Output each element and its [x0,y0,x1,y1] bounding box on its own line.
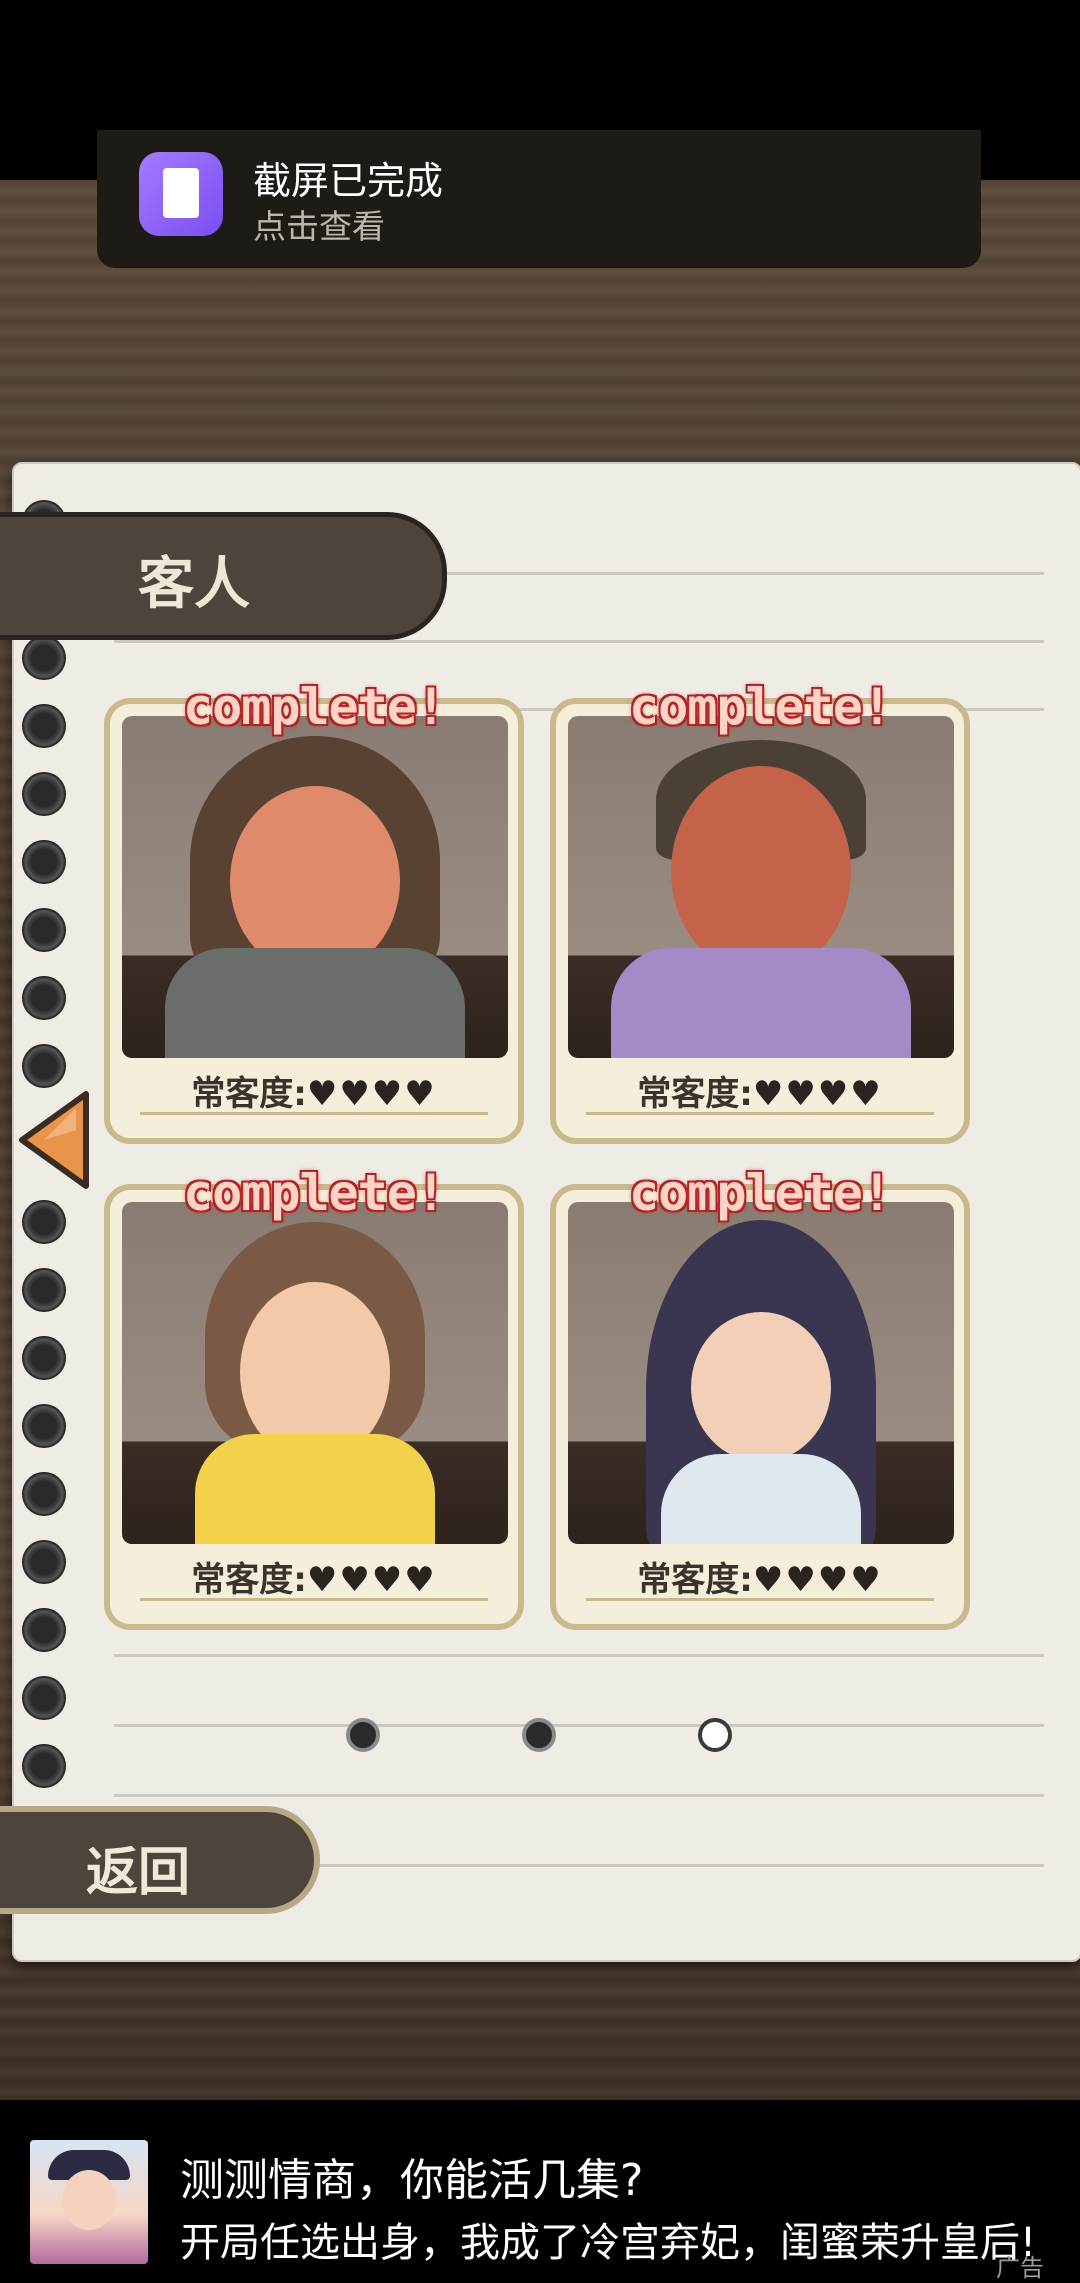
guest-portrait [568,1202,954,1544]
notification-subtitle: 点击查看 [253,207,385,246]
complete-label: complete! [183,678,446,736]
notebook-line [114,1794,1044,1797]
heart-icon: ♥♥♥♥ [306,1560,437,1600]
notebook-line [114,640,1044,643]
complete-label: complete! [629,1164,892,1222]
ad-thumbnail [30,2140,148,2264]
ad-title: 测测情商，你能活几集? [180,2155,644,2206]
regular-meter: 常客度:♥♥♥♥ [637,1074,883,1114]
ad-banner[interactable]: 测测情商，你能活几集? 开局任选出身，我成了冷宫弃妃，闺蜜荣升皇后! 广告 [0,2100,1080,2282]
back-button[interactable]: 返回 [0,1806,320,1914]
back-button-label: 返回 [86,1843,191,1903]
page-dot-3-active[interactable] [698,1718,732,1752]
regular-meter: 常客度:♥♥♥♥ [191,1560,437,1600]
guest-card-3[interactable]: complete! 常客度:♥♥♥♥ [104,1164,524,1630]
page-dot-1[interactable] [346,1718,380,1752]
notification-title: 截屏已完成 [253,159,444,203]
notebook-line [114,1654,1044,1657]
regular-meter: 常客度:♥♥♥♥ [191,1074,437,1114]
screenshot-icon [139,152,223,236]
heart-icon: ♥♥♥♥ [752,1560,883,1600]
guest-portrait [122,1202,508,1544]
guest-card-2[interactable]: complete! 常客度:♥♥♥♥ [550,678,970,1144]
heart-icon: ♥♥♥♥ [752,1074,883,1114]
screenshot-notification[interactable]: 截屏已完成 点击查看 [97,130,981,268]
notebook-line [114,1724,1044,1727]
guest-card-1[interactable]: complete! 常客度:♥♥♥♥ [104,678,524,1144]
complete-label: complete! [183,1164,446,1222]
page-dot-2[interactable] [522,1718,556,1752]
arrow-left-icon [19,1091,89,1189]
guest-portrait [568,716,954,1058]
ad-tag: 广告 [996,2254,1044,2282]
section-tab-guests: 客人 [0,512,447,640]
guest-portrait [122,716,508,1058]
ad-subtitle: 开局任选出身，我成了冷宫弃妃，闺蜜荣升皇后! [180,2220,1037,2266]
heart-icon: ♥♥♥♥ [306,1074,437,1114]
section-title: 客人 [138,552,250,617]
complete-label: complete! [629,678,892,736]
regular-meter: 常客度:♥♥♥♥ [637,1560,883,1600]
prev-page-arrow[interactable] [14,1090,94,1190]
guest-card-4[interactable]: complete! 常客度:♥♥♥♥ [550,1164,970,1630]
